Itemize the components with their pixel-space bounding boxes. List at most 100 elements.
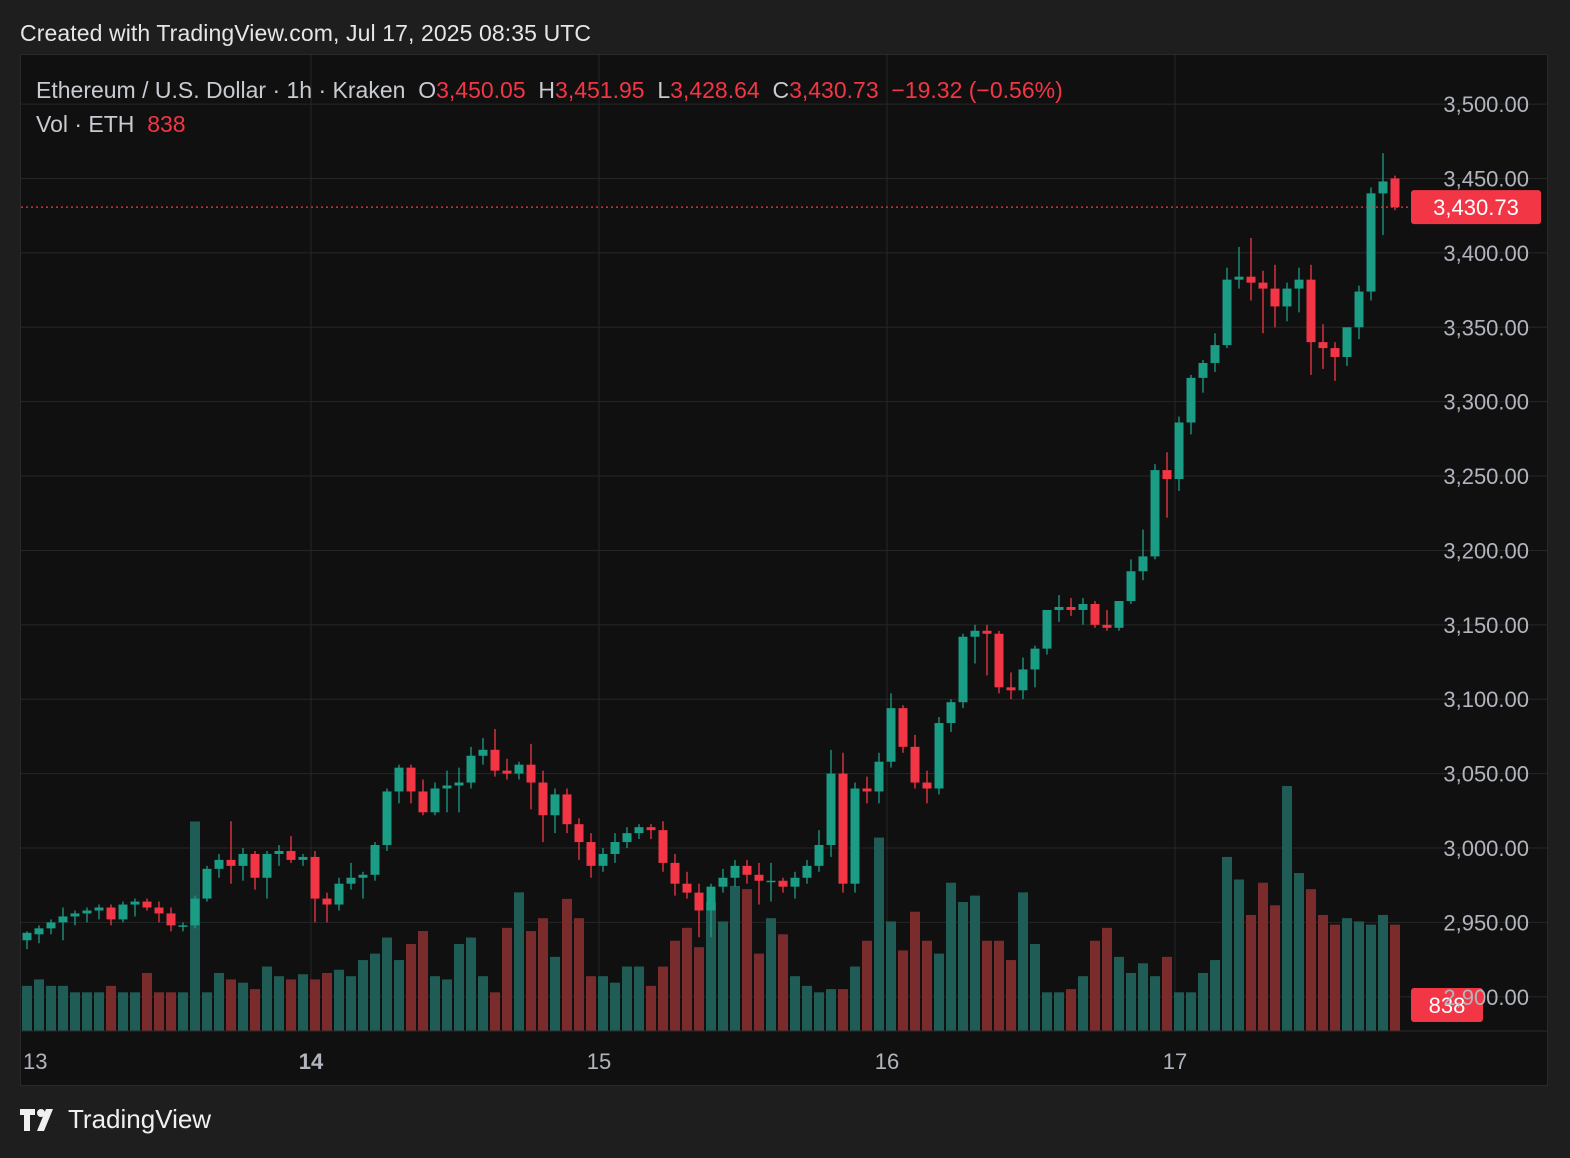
volume-bar (586, 976, 596, 1031)
x-tick-label: 13 (23, 1049, 47, 1074)
volume-bar (1006, 960, 1016, 1031)
candle (802, 859, 812, 884)
volume-bar (1018, 892, 1028, 1031)
tradingview-logo[interactable]: TradingView (20, 1104, 211, 1135)
candle-body (934, 723, 944, 789)
volume-bar (106, 985, 116, 1031)
candle-body (922, 782, 932, 789)
candle (694, 883, 704, 938)
candle-body (1174, 422, 1184, 480)
candle-body (586, 842, 596, 866)
x-tick-label: 16 (875, 1049, 899, 1074)
candle-body (634, 827, 644, 834)
candle (598, 848, 608, 872)
volume-bar (562, 898, 572, 1031)
volume-bar (274, 976, 284, 1031)
volume-bar (958, 902, 968, 1031)
chart-panel[interactable]: 3,430.73 838 3,500.00 3,450.00 3,400.00 3,35… (20, 54, 1548, 1086)
volume-bar (478, 976, 488, 1031)
candle-body (658, 830, 668, 863)
volume-bar (538, 918, 548, 1031)
candle (1090, 601, 1100, 628)
candle (382, 788, 392, 851)
candle (1366, 187, 1376, 301)
candle (286, 836, 296, 863)
candle (1342, 327, 1352, 366)
candle (346, 862, 356, 890)
candle-layer (22, 153, 1400, 950)
candle-body (1114, 601, 1124, 628)
candle (154, 901, 164, 923)
volume-bar (130, 992, 140, 1031)
candle-body (1102, 624, 1112, 628)
candle (1018, 657, 1028, 700)
candle (262, 850, 272, 899)
candle-body (778, 880, 788, 887)
volume-bar (1042, 992, 1052, 1031)
candle (994, 630, 1004, 694)
volume-bar (1066, 989, 1076, 1031)
last-price-label: 3,430.73 (1433, 195, 1519, 220)
candle (790, 871, 800, 899)
candle (562, 788, 572, 834)
volume-bar (646, 985, 656, 1031)
volume-bar (142, 972, 152, 1031)
candle (1222, 267, 1232, 349)
volume-bar (886, 921, 896, 1031)
volume-bar (70, 992, 80, 1031)
volume-bar (442, 979, 452, 1031)
y-tick-label: 3,250.00 (1443, 464, 1529, 489)
candle (430, 782, 440, 816)
candle-body (706, 886, 716, 911)
volume-bar (406, 943, 416, 1031)
volume-bar (1030, 943, 1040, 1031)
candle-body (454, 782, 464, 786)
volume-bar (610, 982, 620, 1031)
candle (1102, 609, 1112, 631)
candle-body (526, 764, 536, 783)
volume-bar (262, 966, 272, 1031)
legend-low-label: L (657, 77, 671, 103)
volume-bar (370, 953, 380, 1031)
volume-bar (1234, 879, 1244, 1031)
candle (214, 853, 224, 878)
candle (958, 633, 968, 709)
candle (826, 749, 836, 857)
candle (1114, 601, 1124, 631)
candle (82, 907, 92, 923)
volume-bar (922, 940, 932, 1031)
volume-bar (310, 979, 320, 1031)
candle (1246, 238, 1256, 301)
candle-body (958, 636, 968, 703)
candle (1198, 360, 1208, 393)
volume-bar (1330, 924, 1340, 1031)
candle-body (1390, 178, 1400, 208)
candle-body (1234, 276, 1244, 280)
candle (1318, 324, 1328, 369)
candle (1378, 153, 1388, 236)
candlestick-chart[interactable]: 3,430.73 838 3,500.00 3,450.00 3,400.00 3,35… (21, 55, 1547, 1085)
volume-bar (682, 927, 692, 1031)
candle-body (1138, 556, 1148, 572)
legend-high-value: 3,451.95 (555, 77, 645, 103)
volume-bar (58, 985, 68, 1031)
volume-bar (946, 882, 956, 1031)
candle (634, 824, 644, 840)
candle (1330, 342, 1340, 381)
candle-body (430, 788, 440, 813)
candle-body (1186, 377, 1196, 423)
candle (526, 743, 536, 810)
candle-body (886, 708, 896, 762)
candle-body (286, 850, 296, 860)
candle-body (682, 883, 692, 893)
candle (610, 833, 620, 863)
candle-body (262, 853, 272, 878)
candle-body (790, 877, 800, 887)
candle (502, 758, 512, 780)
volume-bar (1282, 786, 1292, 1031)
volume-bar (862, 940, 872, 1031)
legend-close-label: C (772, 77, 790, 103)
candle (922, 770, 932, 804)
candle-body (718, 877, 728, 887)
candle-body (106, 907, 116, 920)
